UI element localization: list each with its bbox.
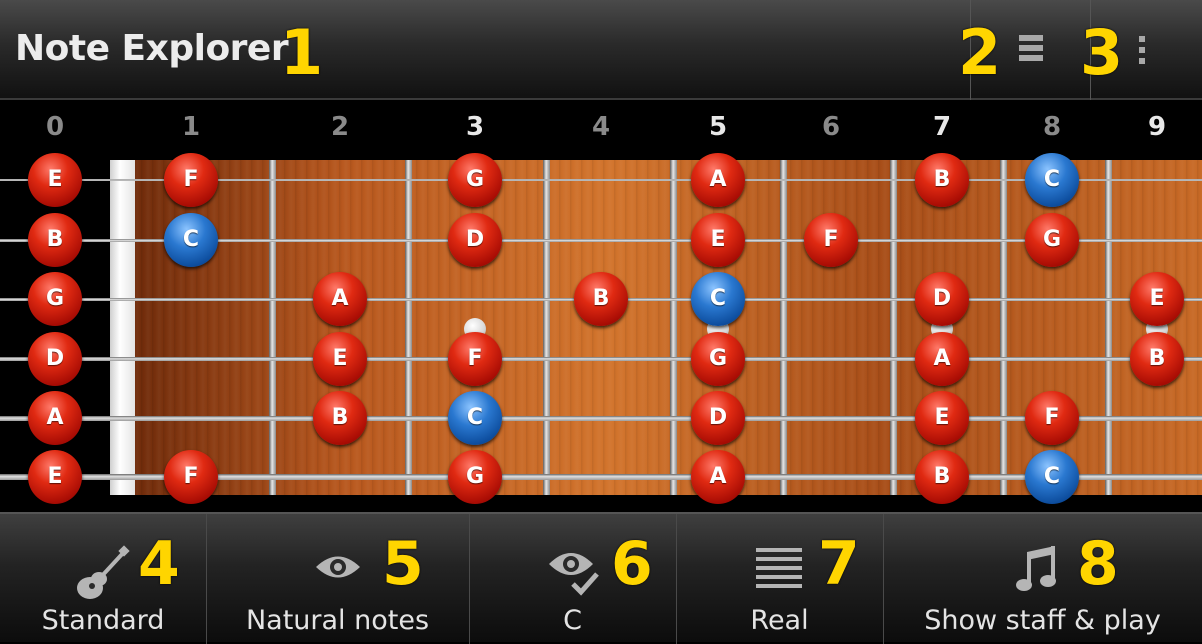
fret-number: 4: [591, 112, 611, 142]
note-marker[interactable]: B: [574, 272, 628, 326]
lines-icon: [756, 548, 802, 588]
eye-icon: [316, 556, 360, 578]
note-marker[interactable]: A: [691, 153, 745, 207]
tuning-button[interactable]: 4 Standard: [0, 514, 206, 644]
note-marker[interactable]: C: [1025, 153, 1079, 207]
note-marker[interactable]: B: [915, 153, 969, 207]
view-mode-label: Real: [750, 605, 809, 636]
note-marker[interactable]: F: [448, 332, 502, 386]
show-staff-play-label: Show staff & play: [924, 605, 1161, 636]
note-filter-label: Natural notes: [245, 605, 430, 636]
annotation-marker-4: 4: [138, 529, 180, 599]
fret-number-row: 0 1 2 3 4 5 6 7 8 9: [0, 100, 1202, 152]
note-marker[interactable]: D: [448, 213, 502, 267]
note-marker[interactable]: D: [915, 272, 969, 326]
fret-number: 6: [821, 112, 841, 142]
action-bar: Note Explorer 1 2 3: [0, 0, 1202, 100]
fretboard[interactable]: E F G A B C B C D E F G G A B C D E D E F G A B A B C D E F E F G A B C: [0, 152, 1202, 512]
note-marker[interactable]: C: [1025, 450, 1079, 504]
note-marker[interactable]: B: [915, 450, 969, 504]
note-marker[interactable]: G: [1025, 213, 1079, 267]
fret-wire: [543, 160, 550, 495]
note-marker[interactable]: G: [691, 332, 745, 386]
note-marker[interactable]: B: [28, 213, 82, 267]
fret-number: 2: [330, 112, 350, 142]
music-note-icon: [1016, 546, 1056, 591]
fret-number: 8: [1042, 112, 1062, 142]
fretboard-wood: [130, 160, 1202, 495]
note-marker[interactable]: E: [313, 332, 367, 386]
note-marker[interactable]: C: [691, 272, 745, 326]
bottom-toolbar: 4 Standard 5 Natural notes 6 C 7 Real 8 …: [0, 512, 1202, 644]
nut: [110, 160, 135, 495]
fret-wire: [269, 160, 276, 495]
note-marker[interactable]: E: [915, 391, 969, 445]
note-marker[interactable]: E: [691, 213, 745, 267]
fret-wire: [670, 160, 677, 495]
tuning-label: Standard: [41, 605, 165, 636]
fret-number: 5: [708, 112, 728, 142]
list-icon[interactable]: [1019, 35, 1043, 65]
fret-number: 9: [1147, 112, 1167, 142]
app-title[interactable]: Note Explorer: [15, 28, 289, 69]
note-filter-button[interactable]: 5 Natural notes: [206, 514, 469, 644]
highlight-note-label: C: [563, 605, 582, 636]
note-marker[interactable]: G: [28, 272, 82, 326]
fret-number: 3: [465, 112, 485, 142]
note-marker[interactable]: A: [313, 272, 367, 326]
fret-number: 0: [45, 112, 65, 142]
note-marker[interactable]: A: [691, 450, 745, 504]
note-marker[interactable]: F: [164, 153, 218, 207]
fret-wire: [780, 160, 787, 495]
view-mode-button[interactable]: 7 Real: [676, 514, 883, 644]
note-marker[interactable]: E: [1130, 272, 1184, 326]
fret-wire: [1000, 160, 1007, 495]
note-marker[interactable]: F: [1025, 391, 1079, 445]
overflow-menu-icon[interactable]: [1139, 36, 1145, 64]
note-marker[interactable]: F: [164, 450, 218, 504]
guitar-string: [0, 357, 1202, 361]
annotation-marker-2: 2: [958, 16, 1002, 89]
guitar-icon: [77, 545, 130, 599]
note-marker[interactable]: D: [28, 332, 82, 386]
eye-check-icon: [549, 553, 599, 596]
annotation-marker-8: 8: [1077, 529, 1119, 599]
fret-number: 1: [181, 112, 201, 142]
annotation-marker-3: 3: [1080, 16, 1124, 89]
annotation-marker-1: 1: [280, 16, 324, 89]
show-staff-play-button[interactable]: 8 Show staff & play: [883, 514, 1202, 644]
guitar-string: [0, 415, 1202, 421]
note-marker[interactable]: F: [804, 213, 858, 267]
note-marker[interactable]: D: [691, 391, 745, 445]
annotation-marker-7: 7: [818, 529, 860, 599]
note-marker[interactable]: E: [28, 153, 82, 207]
note-marker[interactable]: C: [448, 391, 502, 445]
annotation-marker-6: 6: [611, 529, 653, 599]
note-marker[interactable]: G: [448, 450, 502, 504]
annotation-marker-5: 5: [382, 529, 424, 599]
fret-wire: [890, 160, 897, 495]
fret-wire: [1105, 160, 1112, 495]
note-marker[interactable]: A: [915, 332, 969, 386]
note-marker[interactable]: B: [313, 391, 367, 445]
highlight-note-button[interactable]: 6 C: [469, 514, 676, 644]
fret-wire: [405, 160, 412, 495]
note-marker[interactable]: B: [1130, 332, 1184, 386]
fret-number: 7: [932, 112, 952, 142]
note-marker[interactable]: G: [448, 153, 502, 207]
note-marker[interactable]: E: [28, 450, 82, 504]
note-marker[interactable]: C: [164, 213, 218, 267]
note-marker[interactable]: A: [28, 391, 82, 445]
